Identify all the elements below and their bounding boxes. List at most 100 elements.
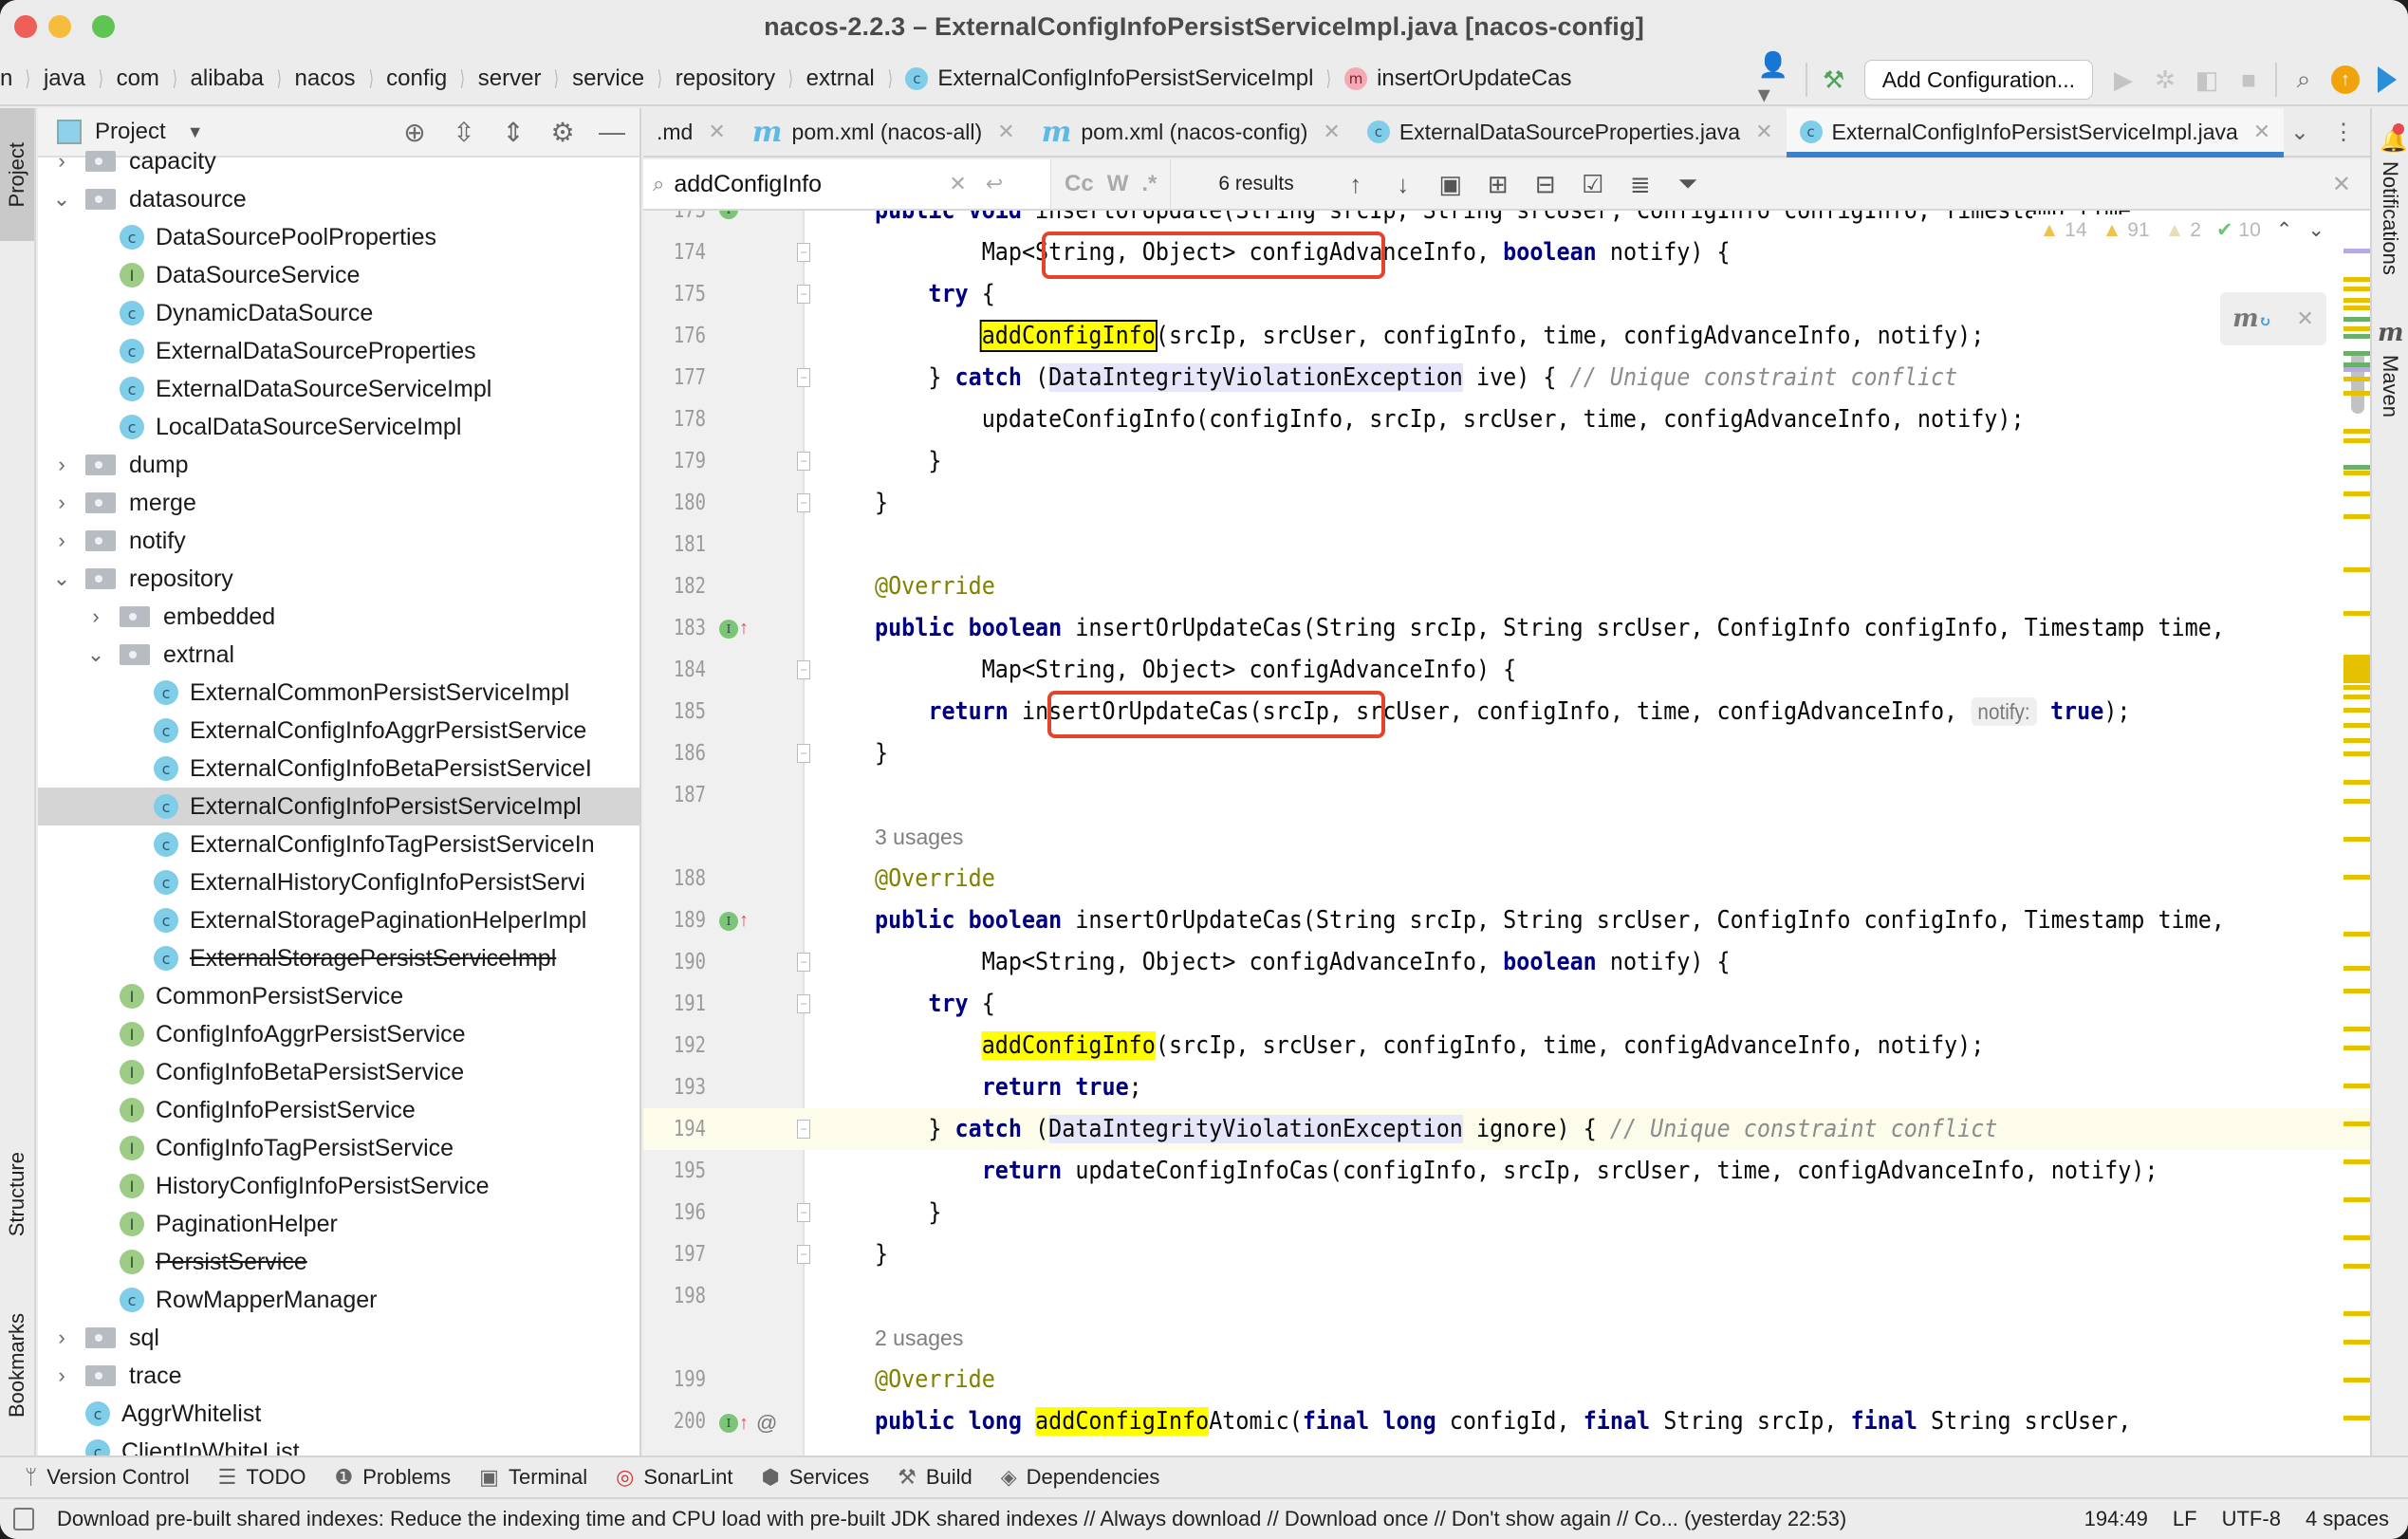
fold-toggle-icon[interactable]: − xyxy=(797,243,810,262)
tree-item[interactable]: c AggrWhitelist xyxy=(38,1395,639,1433)
remove-occurrence-icon[interactable]: ⊟ xyxy=(1522,170,1569,199)
inspection-widget[interactable]: ▲ 14 ▲ 91 ▲ 2 ✔ 10 ⌃ ⌄ xyxy=(2031,214,2332,246)
fold-toggle-icon[interactable]: − xyxy=(797,1203,810,1222)
tree-folder[interactable]: › notify xyxy=(38,522,639,560)
error-stripe-marker[interactable] xyxy=(2343,685,2370,690)
tool-window-todo[interactable]: ☰ TODO xyxy=(218,1465,306,1490)
breadcrumb-item[interactable]: service xyxy=(572,65,644,92)
run-icon[interactable]: ▶ xyxy=(2102,59,2144,101)
breadcrumb-item[interactable]: alibaba xyxy=(191,65,264,92)
error-stripe-marker[interactable] xyxy=(2343,471,2370,475)
maximize-window-button[interactable] xyxy=(92,15,115,38)
tree-item[interactable]: c ExternalConfigInfoBetaPersistServiceI xyxy=(38,750,639,788)
close-tab-icon[interactable]: ✕ xyxy=(2253,120,2270,144)
usages-hint[interactable]: 2 usages xyxy=(875,1317,963,1359)
code-text[interactable]: addConfigInfo(srcIp, srcUser, configInfo… xyxy=(875,315,1984,357)
code-text[interactable]: } xyxy=(875,732,888,774)
breadcrumb-item[interactable]: server xyxy=(478,65,542,92)
error-stripe-marker[interactable] xyxy=(2343,1027,2370,1031)
line-number[interactable]: 197 xyxy=(655,1233,706,1275)
breadcrumb-item[interactable]: nacos xyxy=(295,65,356,92)
find-input[interactable] xyxy=(674,170,940,198)
code-text[interactable]: try { xyxy=(875,983,994,1025)
tool-window-dependencies[interactable]: ◈ Dependencies xyxy=(1001,1465,1160,1490)
user-vcs-icon[interactable]: 👤▾ xyxy=(1758,50,1800,108)
code-text[interactable]: Map<String, Object> configAdvanceInfo, b… xyxy=(875,941,1731,983)
error-stripe-marker[interactable] xyxy=(2343,780,2370,785)
fold-toggle-icon[interactable]: − xyxy=(797,660,810,679)
tree-folder[interactable]: › capacity xyxy=(38,142,639,180)
new-line-icon[interactable]: ↩ xyxy=(986,172,1003,196)
line-number[interactable]: 188 xyxy=(655,858,706,899)
tree-item[interactable]: I DataSourceService xyxy=(38,256,639,294)
tree-item[interactable]: c ExternalConfigInfoAggrPersistService xyxy=(38,712,639,750)
previous-occurrence-icon[interactable]: ↑ xyxy=(1332,170,1380,199)
project-view-selector[interactable]: Project xyxy=(95,119,166,145)
find-in-window-icon[interactable]: ▣ xyxy=(1427,170,1474,199)
tree-item[interactable]: I ConfigInfoPersistService xyxy=(38,1091,639,1129)
build-hammer-icon[interactable]: ⚒ xyxy=(1813,59,1855,101)
error-stripe-marker[interactable] xyxy=(2343,465,2370,470)
tree-item[interactable]: c ExternalHistoryConfigInfoPersistServi xyxy=(38,863,639,901)
fold-toggle-icon[interactable]: − xyxy=(797,953,810,972)
gutter-marker[interactable]: I xyxy=(719,211,738,219)
tree-folder[interactable]: ⌄ extrnal xyxy=(38,636,639,674)
breadcrumb-item[interactable]: config xyxy=(386,65,447,92)
code-text[interactable]: Map<String, Object> configAdvanceInfo) { xyxy=(875,649,1517,691)
usages-hint[interactable]: 3 usages xyxy=(875,816,963,858)
line-number[interactable]: 195 xyxy=(655,1150,706,1192)
error-stripe-marker[interactable] xyxy=(2343,334,2370,339)
line-number[interactable]: 176 xyxy=(655,315,706,357)
editor-tab[interactable]: m pom.xml (nacos-all) ✕ xyxy=(739,108,1028,156)
toolbox-icon[interactable] xyxy=(2366,59,2408,101)
implements-icon[interactable]: I xyxy=(719,211,738,219)
code-text[interactable]: return insertOrUpdateCas(srcIp, srcUser,… xyxy=(875,691,2131,732)
tree-folder[interactable]: › dump xyxy=(38,446,639,484)
error-stripe-marker[interactable] xyxy=(2343,837,2370,842)
tool-window-sonarlint[interactable]: ◎ SonarLint xyxy=(616,1465,732,1490)
line-number[interactable]: 174 xyxy=(655,232,706,273)
minimize-window-button[interactable] xyxy=(48,15,71,38)
line-number[interactable]: 182 xyxy=(655,566,706,607)
error-stripe-marker[interactable] xyxy=(2343,875,2370,880)
fold-toggle-icon[interactable]: − xyxy=(797,994,810,1013)
breadcrumb-item[interactable]: n xyxy=(0,65,12,92)
line-number[interactable]: 186 xyxy=(655,732,706,774)
error-stripe-marker[interactable] xyxy=(2343,1378,2370,1382)
select-all-occurrences-icon[interactable]: ☑ xyxy=(1569,170,1617,199)
gutter-marker[interactable]: I ↑ xyxy=(719,618,749,640)
tree-item[interactable]: c ExternalCommonPersistServiceImpl xyxy=(38,674,639,712)
code-text[interactable]: public boolean insertOrUpdateCas(String … xyxy=(875,607,2225,649)
fold-toggle-icon[interactable]: − xyxy=(797,744,810,763)
code-text[interactable]: addConfigInfo(srcIp, srcUser, configInfo… xyxy=(875,1025,1984,1066)
editor-tab[interactable]: c ExternalDataSourceProperties.java ✕ xyxy=(1354,108,1787,156)
code-text[interactable]: } catch (DataIntegrityViolationException… xyxy=(875,1108,1997,1150)
search-icon[interactable]: ⌕ xyxy=(653,172,664,196)
error-stripe-marker[interactable] xyxy=(2343,1235,2370,1240)
code-text[interactable]: } xyxy=(875,482,888,524)
error-stripe-marker[interactable] xyxy=(2343,989,2370,993)
tree-item[interactable]: I HistoryConfigInfoPersistService xyxy=(38,1167,639,1205)
error-stripe-marker[interactable] xyxy=(2343,367,2370,372)
code-text[interactable]: updateConfigInfo(configInfo, srcIp, srcU… xyxy=(875,399,2025,440)
tree-folder[interactable]: › trace xyxy=(38,1357,639,1395)
implements-icon[interactable]: I xyxy=(719,911,738,931)
line-number[interactable]: 192 xyxy=(655,1025,706,1066)
error-stripe-marker[interactable] xyxy=(2343,351,2370,356)
overrides-up-arrow-icon[interactable]: ↑ xyxy=(739,910,749,932)
whole-words-toggle[interactable]: W xyxy=(1107,171,1129,197)
chevron-down-icon[interactable]: ⌄ xyxy=(85,642,106,667)
error-stripe-marker[interactable] xyxy=(2343,326,2370,331)
next-highlight-icon[interactable]: ⌄ xyxy=(2307,218,2325,242)
error-stripe-marker[interactable] xyxy=(2343,799,2370,804)
line-number[interactable]: 198 xyxy=(655,1275,706,1317)
debug-icon[interactable]: ✲ xyxy=(2144,59,2186,101)
close-icon[interactable]: ✕ xyxy=(2332,171,2351,198)
tree-item[interactable]: c ExternalDataSourceProperties xyxy=(38,332,639,370)
typo-count[interactable]: ▲ 2 xyxy=(2165,219,2201,242)
weak-warning-count[interactable]: ▲ 91 xyxy=(2102,219,2150,242)
code-text[interactable]: @Override xyxy=(875,858,995,899)
implements-icon[interactable]: I xyxy=(719,619,738,639)
maven-reload-icon[interactable]: m↻ xyxy=(2232,305,2271,333)
close-tab-icon[interactable]: ✕ xyxy=(1755,120,1772,144)
